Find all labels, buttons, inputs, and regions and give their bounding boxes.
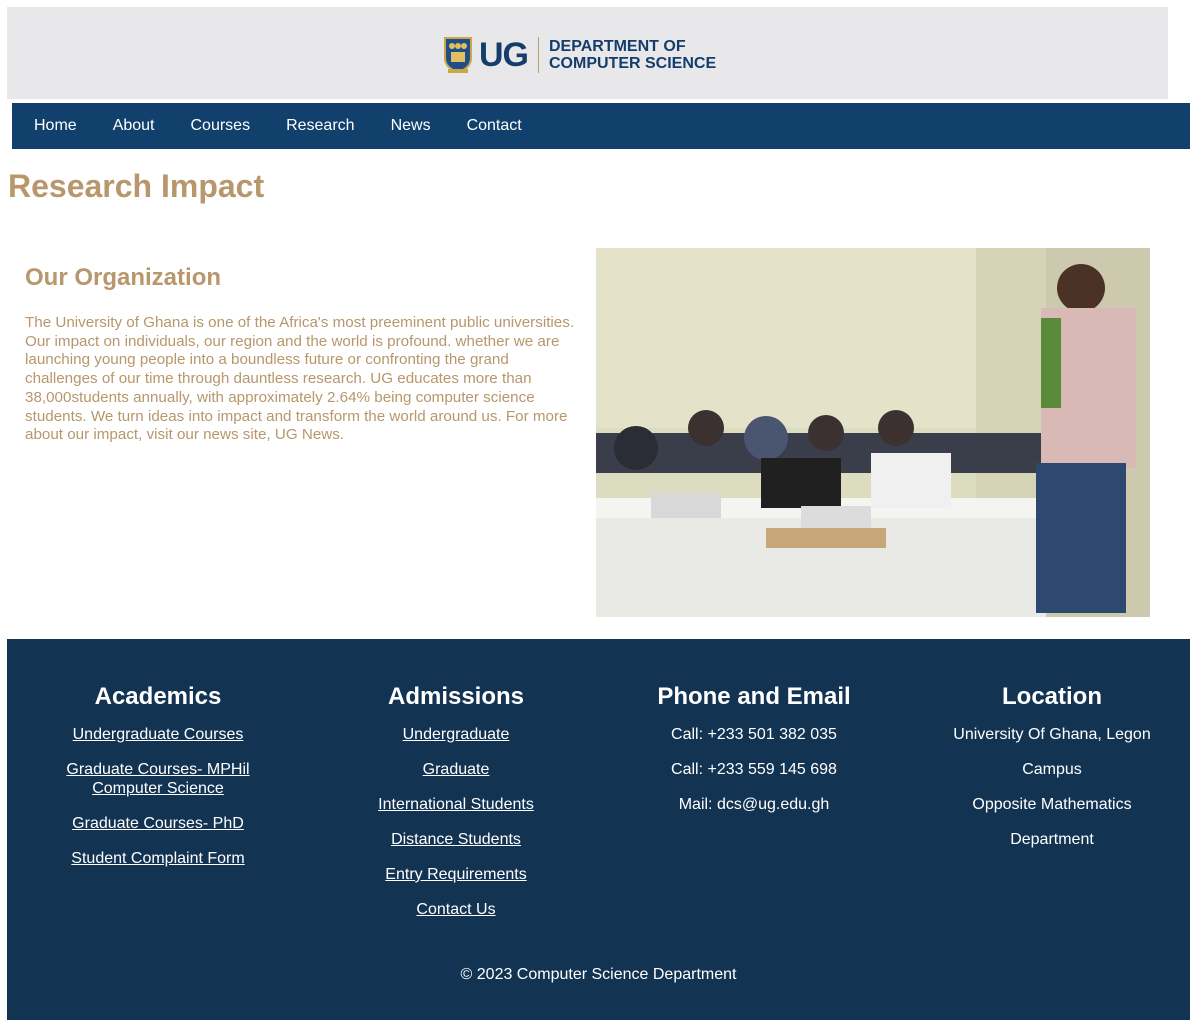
nav-courses[interactable]: Courses — [191, 117, 251, 135]
footer-contact: Phone and Email Call: +233 501 382 035 C… — [605, 683, 903, 830]
nav-home[interactable]: Home — [34, 117, 77, 135]
link-undergraduate-courses[interactable]: Undergraduate Courses — [9, 725, 307, 744]
brand-logo[interactable]: UG DEPARTMENT OF COMPUTER SCIENCE — [443, 31, 716, 79]
page-title: Research Impact — [8, 168, 265, 204]
brand-department: DEPARTMENT OF COMPUTER SCIENCE — [549, 38, 716, 72]
footer-academics: Academics Undergraduate Courses Graduate… — [9, 683, 307, 884]
phone-2: Call: +233 559 145 698 — [671, 761, 837, 778]
copyright: © 2023 Computer Science Department — [460, 966, 737, 983]
main-nav: Home About Courses Research News Contact — [12, 103, 1190, 149]
location-heading: Location — [1002, 683, 1102, 710]
classroom-photo — [596, 248, 1150, 617]
site-footer: Academics Undergraduate Courses Graduate… — [7, 639, 1190, 1020]
admissions-heading: Admissions — [387, 683, 525, 710]
brand-dept-line1: DEPARTMENT OF — [549, 38, 686, 55]
location-line-4: Department — [1010, 831, 1094, 848]
link-graduate-phd[interactable]: Graduate Courses- PhD — [9, 814, 307, 833]
organization-heading: Our Organization — [25, 264, 222, 291]
organization-description: The University of Ghana is one of the Af… — [25, 314, 575, 444]
site-header: UG DEPARTMENT OF COMPUTER SCIENCE — [7, 7, 1168, 99]
nav-contact[interactable]: Contact — [467, 117, 522, 135]
link-entry-requirements[interactable]: Entry Requirements — [307, 865, 605, 884]
contact-heading: Phone and Email — [657, 683, 851, 710]
location-line-2: Campus — [1022, 761, 1082, 778]
academics-heading: Academics — [94, 683, 222, 710]
ug-crest-icon — [444, 37, 472, 74]
nav-news[interactable]: News — [391, 117, 431, 135]
link-graduate-mphil[interactable]: Graduate Courses- MPHil Computer Science — [58, 760, 258, 798]
email: Mail: dcs@ug.edu.gh — [678, 796, 830, 813]
location-line-1: University Of Ghana, Legon — [953, 726, 1151, 743]
location-line-3: Opposite Mathematics — [972, 796, 1132, 813]
nav-research[interactable]: Research — [286, 117, 354, 135]
link-graduate[interactable]: Graduate — [307, 760, 605, 779]
brand-ug-text: UG — [479, 35, 529, 74]
footer-admissions: Admissions Undergraduate Graduate Intern… — [307, 683, 605, 935]
link-international-students[interactable]: International Students — [307, 795, 605, 814]
footer-location: Location University Of Ghana, Legon Camp… — [903, 683, 1190, 857]
brand-dept-line2: COMPUTER SCIENCE — [549, 55, 717, 72]
brand-divider — [538, 37, 539, 73]
phone-1: Call: +233 501 382 035 — [671, 726, 837, 743]
link-student-complaint[interactable]: Student Complaint Form — [9, 849, 307, 868]
nav-about[interactable]: About — [113, 117, 155, 135]
link-distance-students[interactable]: Distance Students — [307, 830, 605, 849]
link-contact-us[interactable]: Contact Us — [307, 900, 605, 919]
link-undergraduate[interactable]: Undergraduate — [307, 725, 605, 744]
